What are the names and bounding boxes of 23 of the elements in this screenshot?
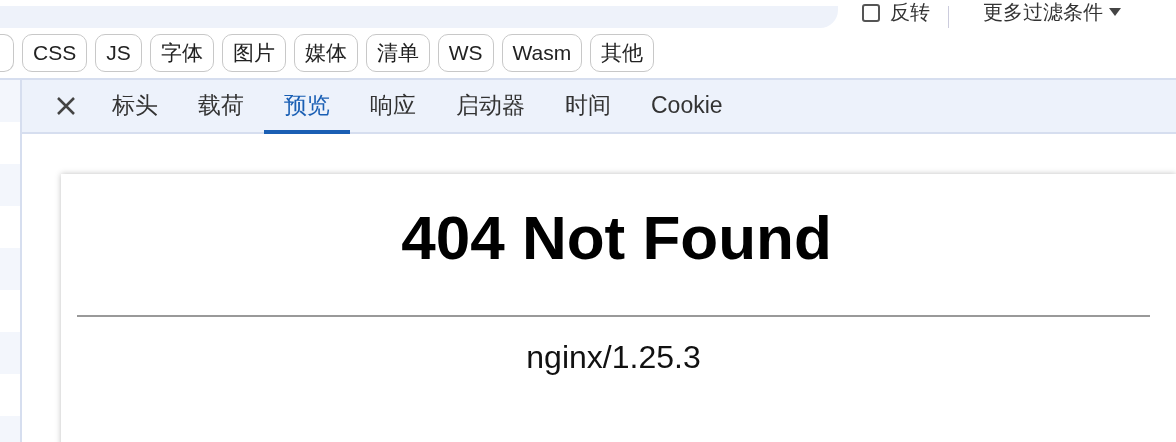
filter-chip[interactable]: 媒体	[293, 34, 358, 72]
filter-chip[interactable]: 字体	[149, 34, 214, 72]
checkbox[interactable]	[862, 3, 880, 22]
checkbox-label: 反转	[890, 0, 930, 25]
tab[interactable]: 标头	[92, 80, 178, 134]
tab[interactable]: 载荷	[178, 80, 264, 134]
filter-chip[interactable]: 图片	[221, 34, 286, 72]
close-icon	[56, 96, 76, 116]
tab[interactable]: Cookie	[631, 80, 743, 134]
tab[interactable]: 预览	[264, 80, 350, 134]
tab[interactable]: 响应	[350, 80, 436, 134]
tab[interactable]: 启动器	[436, 80, 545, 134]
tab[interactable]: 时间	[545, 80, 631, 134]
page-heading: 404 Not Found	[400, 202, 832, 273]
filter-chip[interactable]: WS	[437, 34, 494, 72]
filter-chip[interactable]: 清单	[365, 34, 430, 72]
filter-dropdown[interactable]: 更多过滤条件	[983, 0, 1103, 26]
filter-chip[interactable]: 其他	[590, 34, 655, 72]
server-version: nginx/1.25.3	[526, 339, 701, 376]
filter-chip[interactable]: Wasm	[501, 34, 583, 72]
filter-chip[interactable]: JS	[95, 34, 142, 72]
caret-icon	[1109, 7, 1121, 18]
filter-chip[interactable]: CSS	[22, 34, 88, 72]
